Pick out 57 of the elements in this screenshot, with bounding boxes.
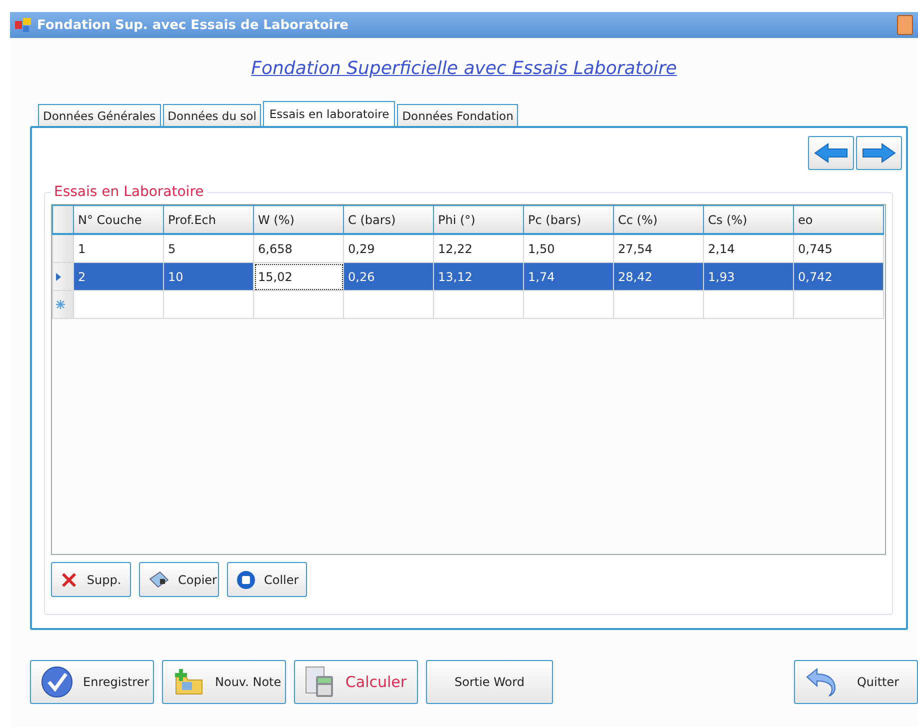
table-cell[interactable]: 27,54 <box>614 234 704 262</box>
tab[interactable]: Données Fondation <box>397 104 518 126</box>
column-header[interactable]: eo <box>794 206 884 234</box>
table-cell[interactable]: 0,742 <box>794 262 884 290</box>
table-cell[interactable]: 12,22 <box>434 234 524 262</box>
table-cell[interactable]: 13,12 <box>434 262 524 290</box>
table-row[interactable]: 1 5 6,658 0,29 12,22 1,50 27,54 2,14 0,745 <box>52 234 884 262</box>
calculate-button[interactable]: Calculer <box>294 660 418 704</box>
delete-button[interactable]: Supp. <box>51 562 131 597</box>
app-icon <box>15 18 31 32</box>
word-export-button[interactable]: Sortie Word <box>426 660 553 704</box>
table-cell[interactable]: 2,14 <box>704 234 794 262</box>
copy-button[interactable]: Copier <box>139 562 219 597</box>
table-cell[interactable]: 15,02 <box>254 262 344 290</box>
stop-icon <box>236 570 256 590</box>
table-cell[interactable]: 5 <box>164 234 254 262</box>
window-title: Fondation Sup. avec Essais de Laboratoire <box>37 18 350 32</box>
group-title: Essais en Laboratoire <box>53 184 205 200</box>
quit-button[interactable]: Quitter <box>794 660 918 704</box>
column-header[interactable]: W (%) <box>254 206 344 234</box>
paste-button[interactable]: Coller <box>227 562 307 597</box>
column-header[interactable]: C (bars) <box>344 206 434 234</box>
row-pointer-icon <box>56 272 61 280</box>
table-cell[interactable]: 28,42 <box>614 262 704 290</box>
folder-plus-icon <box>173 668 205 696</box>
table-cell[interactable]: 2 <box>74 262 164 290</box>
right-arrow-icon <box>862 143 896 163</box>
column-header[interactable]: Phi (°) <box>434 206 524 234</box>
cross-icon <box>60 570 78 588</box>
column-header[interactable]: Pc (bars) <box>524 206 614 234</box>
left-arrow-icon <box>814 143 848 163</box>
tab[interactable]: Essais en laboratoire <box>263 101 396 126</box>
new-row-icon <box>56 300 65 309</box>
table-cell[interactable]: 1,93 <box>704 262 794 290</box>
calculator-icon <box>305 666 335 698</box>
table-cell[interactable]: 0,29 <box>344 234 434 262</box>
column-header[interactable]: Cs (%) <box>704 206 794 234</box>
column-header[interactable]: Cc (%) <box>614 206 704 234</box>
checkmark-icon <box>41 666 73 698</box>
forward-button[interactable] <box>856 136 902 170</box>
tab[interactable]: Données Générales <box>38 104 161 126</box>
table-cell[interactable]: 1,74 <box>524 262 614 290</box>
table-cell[interactable]: 0,745 <box>794 234 884 262</box>
back-button[interactable] <box>808 136 854 170</box>
save-button[interactable]: Enregistrer <box>30 660 154 704</box>
table-cell[interactable]: 1 <box>74 234 164 262</box>
table-cell[interactable]: 6,658 <box>254 234 344 262</box>
table-cell[interactable]: 10 <box>164 262 254 290</box>
table-cell[interactable]: 0,26 <box>344 262 434 290</box>
new-note-button[interactable]: Nouv. Note <box>162 660 286 704</box>
selected-row[interactable]: 2 10 15,02 0,26 13,12 1,74 28,42 1,93 0,742 <box>52 262 884 290</box>
tab[interactable]: Données du sol <box>162 104 262 126</box>
column-header[interactable]: Prof.Ech <box>164 206 254 234</box>
column-header[interactable]: N° Couche <box>74 206 164 234</box>
table-cell[interactable]: 1,50 <box>524 234 614 262</box>
form-heading: Fondation Superficielle avec Essais Laboratoire <box>250 58 678 81</box>
document-icon <box>148 570 170 590</box>
